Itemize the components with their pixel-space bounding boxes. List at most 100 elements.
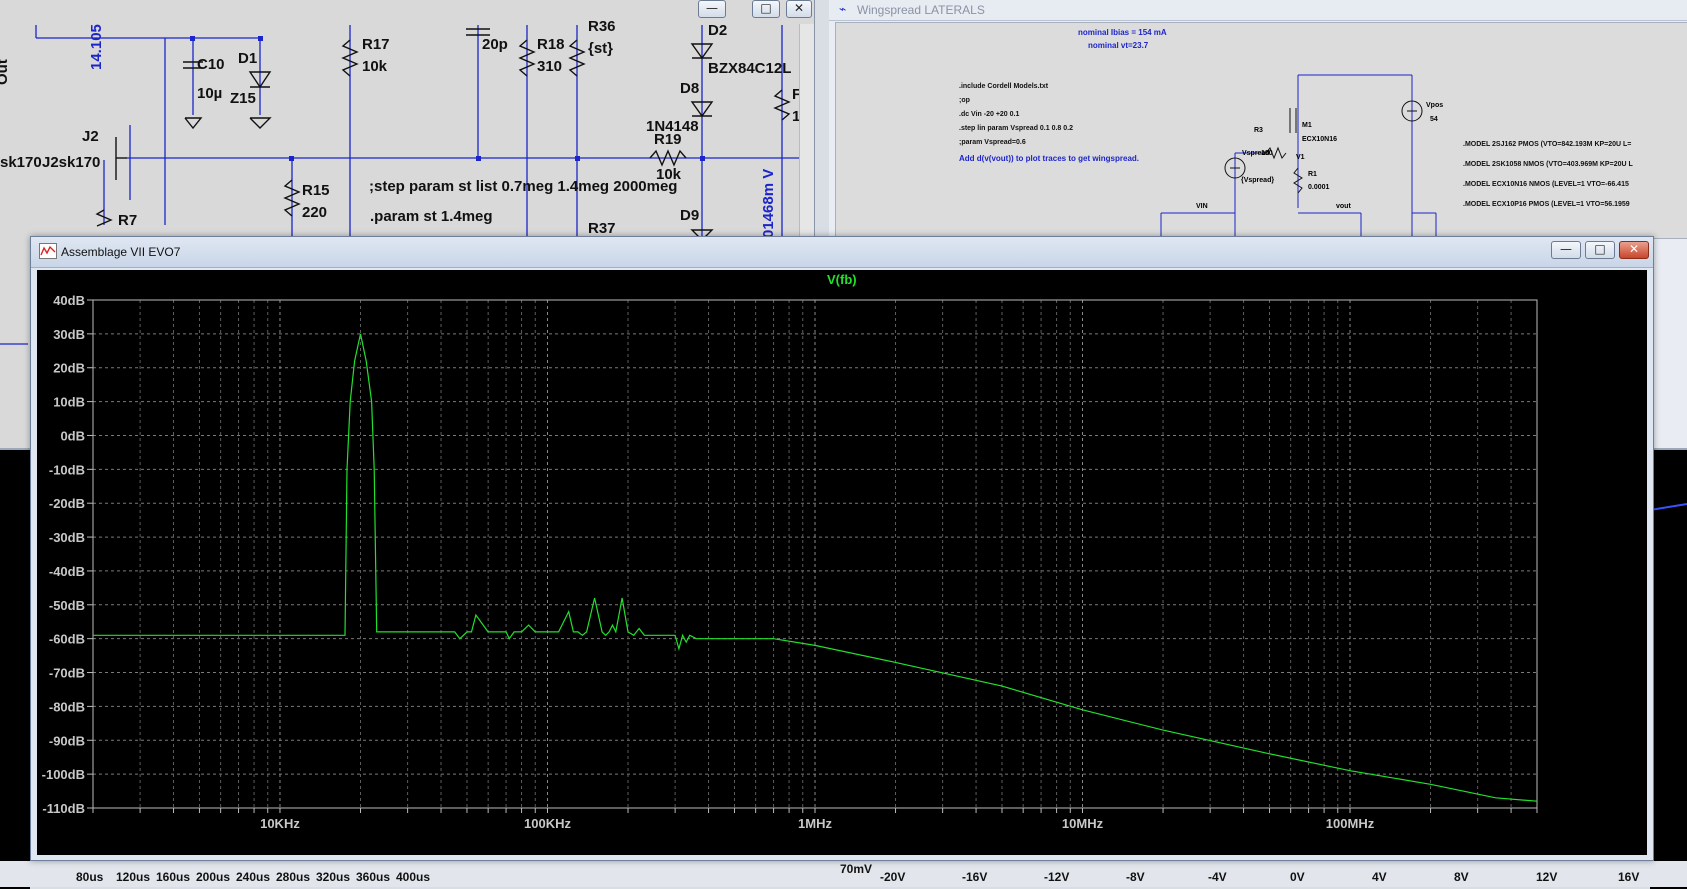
voltage-axis-label: 12V [1536,870,1558,884]
y-tick-label: -90dB [49,733,85,748]
label-r15-value: 220 [302,204,328,221]
y-tick-label: 30dB [53,327,85,342]
label-sk170: sk170 [0,154,42,171]
model-line: .MODEL ECX10P16 PMOS (LEVEL=1 VTO=56.195… [1463,201,1630,208]
label-r36-value: {st} [588,40,614,57]
nominal-ibias: nominal Ibias = 154 mA [1078,28,1167,37]
y-tick-label: -80dB [49,699,85,714]
label-d2: D2 [708,22,728,39]
voltage-axis-label: -4V [1208,870,1227,884]
voltage-axis-label: -12V [1044,870,1070,884]
label-r17: R17 [362,36,390,53]
label-m1: M1 [1302,122,1312,129]
param-directive: .param st 1.4meg [370,208,493,225]
label-r1: R1 [1308,171,1317,178]
time-axis-label: 240us [236,870,271,884]
schematic-icon: ⌁ [839,2,847,16]
spice-directives: .include Cordell Models.txt ;op .dc Vin … [959,80,1073,150]
y-tick-label: 20dB [53,361,85,376]
label-c10-value: 10µ [197,85,223,102]
label-vin: VIN [1196,203,1208,210]
plot-area[interactable]: V(fb) 40dB 30dB 20dB 10dB 0dB -10dB -20dB -30dB… [37,270,1647,855]
lower-left-plot-window[interactable] [0,448,30,889]
bode-chart[interactable]: 40dB 30dB 20dB 10dB 0dB -10dB -20dB -30dB -40dB -… [37,270,1647,855]
label-vpos: Vpos [1426,102,1444,109]
plot-minimize-button[interactable]: — [1551,241,1581,259]
label-vspread-param: {Vspread} [1241,177,1275,184]
y-tick-label: -100dB [42,767,85,782]
label-r18: R18 [537,36,565,53]
y-tick-label: 0dB [60,428,85,443]
time-axis-label: 80us [76,870,104,884]
model-line: .MODEL ECX10N16 NMOS (LEVEL=1 VTO=-66.41… [1463,181,1629,188]
label-d9: D9 [680,207,700,224]
voltage-axis-label: 70mV [840,862,873,876]
plot-maximize-button[interactable]: □ [1585,241,1615,259]
label-r19: R19 [654,131,682,148]
waveform-icon [39,243,57,259]
time-axis-label: 400us [396,870,431,884]
label-r3: R3 [1254,127,1263,134]
label-j2: J2 [82,128,99,145]
voltage-axis-label: -16V [962,870,988,884]
x-tick-label: 10KHz [260,816,300,831]
y-tick-label: 10dB [53,395,85,410]
blue-trace-fragment [1650,503,1687,511]
wingspread-hint: Add d(v(vout)) to plot traces to get win… [959,154,1139,163]
voltage-axis-label: -20V [880,870,906,884]
x-tick-label: 1MHz [798,816,832,831]
step-directive: ;step param st list 0.7meg 1.4meg 2000me… [369,178,678,195]
left-maximize-button[interactable]: □ [752,0,780,18]
plot-window[interactable]: Assemblage VII EVO7 — □ ✕ V(fb) 40dB 30dB… [30,236,1654,861]
time-axis-label: 360us [356,870,391,884]
plot-window-title: Assemblage VII EVO7 [61,245,181,259]
label-d1: D1 [238,50,258,67]
directive-line: ;op [959,97,970,104]
plot-close-button[interactable]: ✕ [1619,241,1649,259]
time-axis-label: 200us [196,870,231,884]
left-minimize-button[interactable]: — [698,0,726,18]
y-tick-label: -70dB [49,666,85,681]
y-tick-label: -40dB [49,564,85,579]
y-tick-label: -30dB [49,530,85,545]
directive-line: .dc Vin -20 +20 0.1 [959,111,1020,118]
label-d8: D8 [680,80,700,97]
label-j2sk170: J2sk170 [42,154,101,171]
label-r3-value: 100 [1261,150,1273,157]
label-r36: R36 [588,18,616,35]
label-20p: 20p [482,36,508,53]
y-tick-label: 40dB [53,293,85,308]
y-tick-label: -110dB [42,801,85,816]
model-line: .MODEL 2SK1058 NMOS (VTO=403.969M KP=20U… [1463,161,1633,168]
right-schematic-canvas[interactable]: nominal Ibias = 154 mA nominal vt=23.7 .… [835,22,1687,239]
lower-right-plot-window[interactable] [1650,448,1687,889]
time-axis-label: 160us [156,870,191,884]
voltage-axis-label: 0V [1290,870,1305,884]
model-line: .MODEL 2SJ162 PMOS (VTO=842.193M KP=20U … [1463,141,1632,148]
time-axis-label: 120us [116,870,151,884]
label-v1: V1 [1296,154,1305,161]
label-voltage-01468: 01468m V [760,168,777,238]
voltage-axis-label: 16V [1618,870,1640,884]
label-vpos-value: 54 [1430,116,1438,123]
y-tick-label: -50dB [49,598,85,613]
x-tick-label: 10MHz [1062,816,1104,831]
directive-line: .include Cordell Models.txt [959,83,1049,90]
y-tick-label: -10dB [49,462,85,477]
right-titlebar[interactable]: ⌁ Wingspread LATERALS [829,0,1687,21]
label-r7: R7 [118,212,138,229]
right-window-title: Wingspread LATERALS [857,3,985,17]
voltage-axis-label: 8V [1454,870,1469,884]
label-voltage-14: 14.105 [88,24,105,70]
label-vout: vout [1336,203,1351,210]
x-tick-label: 100MHz [1326,816,1375,831]
left-close-button[interactable]: ✕ [786,0,812,18]
plot-titlebar[interactable]: Assemblage VII EVO7 — □ ✕ [31,237,1653,268]
label-r37: R37 [588,220,616,237]
y-tick-label: -60dB [49,632,85,647]
directive-line: ;param Vspread=0.6 [959,139,1026,146]
label-r18-value: 310 [537,58,563,75]
label-c10: C10 [197,56,225,73]
label-r1-value: 0.0001 [1308,184,1330,191]
label-ecx10n16: ECX10N16 [1302,136,1338,143]
